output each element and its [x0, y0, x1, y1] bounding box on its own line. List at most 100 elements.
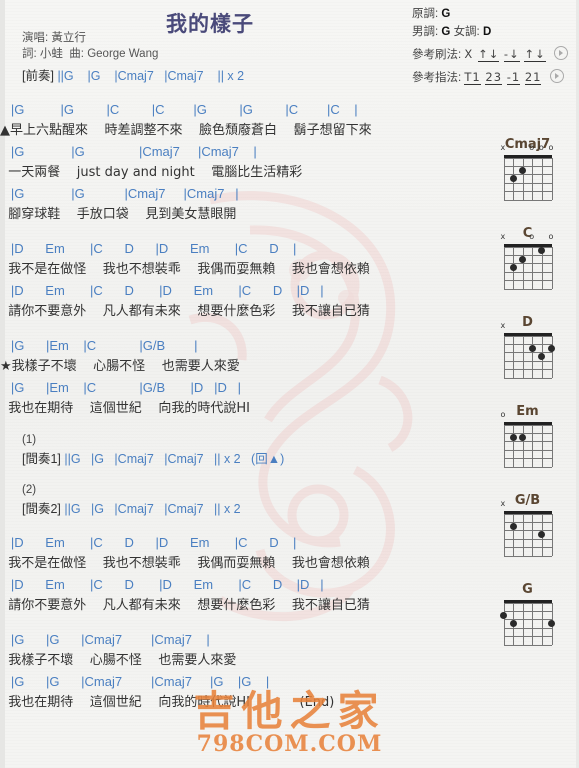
finger-dot	[509, 433, 517, 441]
section-verse-3: |D Em |C D |D Em |C D | 我不是在做怪 我也不想裝乖 我偶…	[0, 532, 470, 616]
string-line	[522, 335, 524, 378]
fret-line	[503, 449, 552, 451]
strum-pattern: X ↑↓ -↓ ↑↓	[464, 47, 546, 62]
chord-line: |D Em |C D |D Em |C D |D |	[0, 283, 324, 298]
chord-line: |D Em |C D |D Em |C D |	[0, 241, 297, 256]
lyric-line: 我也在期待 這個世紀 向我的時代說HI (End)	[0, 695, 335, 710]
fret-line	[503, 555, 552, 557]
string-line	[503, 602, 505, 645]
intro-label: [前奏]	[22, 69, 54, 83]
fretboard	[503, 335, 555, 379]
string-line	[532, 157, 534, 200]
string-line	[541, 424, 543, 467]
chord-string-markers: xoo	[500, 232, 554, 243]
original-key-label: 原調:	[412, 8, 439, 20]
fret-line	[503, 360, 552, 362]
male-key-value: G	[441, 26, 451, 38]
interlude-2-number: (2)	[22, 484, 37, 496]
finger-dot	[509, 522, 517, 530]
fret-line	[503, 165, 552, 167]
fingerstyle-pattern: T1 23 -1 21	[464, 70, 542, 85]
fingerstyle-play-icon[interactable]	[549, 69, 564, 83]
fret-line	[503, 441, 552, 443]
lyric-line: 請你不要意外 凡人都有未來 想要什麼色彩 我不讓自已猜	[0, 598, 370, 613]
lyric-line: ▲早上六點醒來 時差調整不來 臉色頹廢蒼白 鬍子想留下來	[0, 123, 372, 138]
finger-dot	[519, 433, 527, 441]
string-line	[513, 424, 515, 467]
string-line	[551, 157, 553, 200]
chord-line: |D Em |C D |D Em |C D |	[0, 535, 297, 550]
chord-string-markers: x	[501, 322, 554, 332]
muted-string-icon: x	[500, 232, 506, 241]
fret-line	[503, 610, 552, 612]
finger-dot	[519, 166, 527, 174]
fret-line	[503, 466, 552, 468]
singer-line: 演唱: 黃立行	[22, 30, 158, 46]
fret-line	[503, 191, 552, 193]
string-line	[532, 246, 534, 289]
fret-line	[503, 157, 552, 159]
string-line	[503, 246, 505, 289]
chord-string-markers	[502, 589, 554, 599]
female-key-label: 女調:	[453, 26, 480, 38]
byline: 演唱: 黃立行 詞: 小蛙 曲: George Wang	[22, 30, 158, 62]
lyric-line: 我樣子不壞 心腸不怪 也需要人來愛	[0, 653, 237, 668]
lyricist-value: 小蛙	[39, 48, 63, 60]
chord-diagram-g-b: G/B x	[476, 494, 579, 562]
original-key-value: G	[441, 8, 451, 20]
fret-line	[503, 352, 552, 354]
strum-play-icon[interactable]	[553, 46, 568, 60]
fret-line	[503, 280, 552, 282]
fret-line	[503, 246, 552, 248]
chord-diagram-grid	[500, 600, 555, 646]
fret-line	[503, 458, 552, 460]
section-verse-1: |G |G |C |C |G |G |C |C | ▲早上六點醒來 時差調整不來…	[0, 99, 470, 225]
string-line	[503, 335, 505, 378]
interlude-1-label: [間奏1]	[22, 452, 61, 466]
intro-line: [前奏] ||G |G |Cmaj7 |Cmaj7 || x 2	[0, 66, 470, 86]
open-string-icon: o	[548, 232, 554, 241]
finger-dot	[509, 264, 517, 271]
open-string-icon: o	[548, 143, 554, 152]
fretboard	[503, 424, 553, 468]
string-line	[532, 513, 534, 556]
chord-string-markers: o	[500, 410, 554, 421]
chord-line: |G |G |C |C |G |G |C |C |	[0, 102, 358, 117]
chord-diagram-em: Em o	[476, 405, 579, 473]
original-key-row: 原調: G	[412, 6, 579, 23]
interlude-2-label: [間奏2]	[22, 502, 61, 516]
finger-dot	[538, 353, 546, 360]
fret-line	[503, 636, 552, 638]
chord-diagram-column: Cmaj7 x o o o Cx o o Dx Em o G/B x G	[476, 138, 579, 672]
string-line	[503, 513, 505, 556]
fret-line	[503, 530, 552, 532]
interlude-2-block: (2) [間奏2] ||G |G |Cmaj7 |Cmaj7 || x 2	[0, 482, 470, 519]
composer-label: 曲:	[69, 48, 84, 60]
lyric-line: 我也在期待 這個世紀 向我的時代說HI	[0, 401, 250, 416]
fret-line	[503, 335, 552, 337]
fret-line	[503, 271, 552, 273]
credits-line: 詞: 小蛙 曲: George Wang	[22, 46, 158, 62]
fret-line	[503, 199, 552, 201]
string-line	[522, 602, 524, 645]
chord-line: |D Em |C D |D Em |C D |D |	[0, 577, 324, 592]
lyric-line: 請你不要意外 凡人都有未來 想要什麼色彩 我不讓自已猜	[0, 304, 370, 319]
finger-dot	[528, 344, 536, 352]
string-line	[503, 157, 505, 200]
string-line	[551, 335, 553, 378]
string-line	[541, 157, 543, 200]
fret-line	[503, 547, 552, 549]
female-key-value: D	[482, 26, 492, 38]
strum-pattern-row: 參考刷法: X ↑↓ -↓ ↑↓	[412, 46, 579, 64]
fret-line	[503, 627, 552, 629]
chord-line: |G |G |Cmaj7 |Cmaj7 |	[0, 186, 239, 201]
section-verse-2: |D Em |C D |D Em |C D | 我不是在做怪 我也不想裝乖 我偶…	[0, 238, 470, 322]
lyricist-label: 詞:	[22, 48, 37, 60]
chord-string-markers: x	[500, 499, 554, 510]
open-string-icon: o	[500, 410, 506, 419]
finger-dot	[509, 175, 517, 182]
interlude-1-chords: ||G |G |Cmaj7 |Cmaj7 || x 2 (回▲)	[64, 452, 285, 466]
open-string-icon: o	[529, 232, 535, 241]
muted-string-icon: x	[500, 499, 506, 508]
interlude-1-block: (1) [間奏1] ||G |G |Cmaj7 |Cmaj7 || x 2 (回…	[0, 432, 470, 469]
